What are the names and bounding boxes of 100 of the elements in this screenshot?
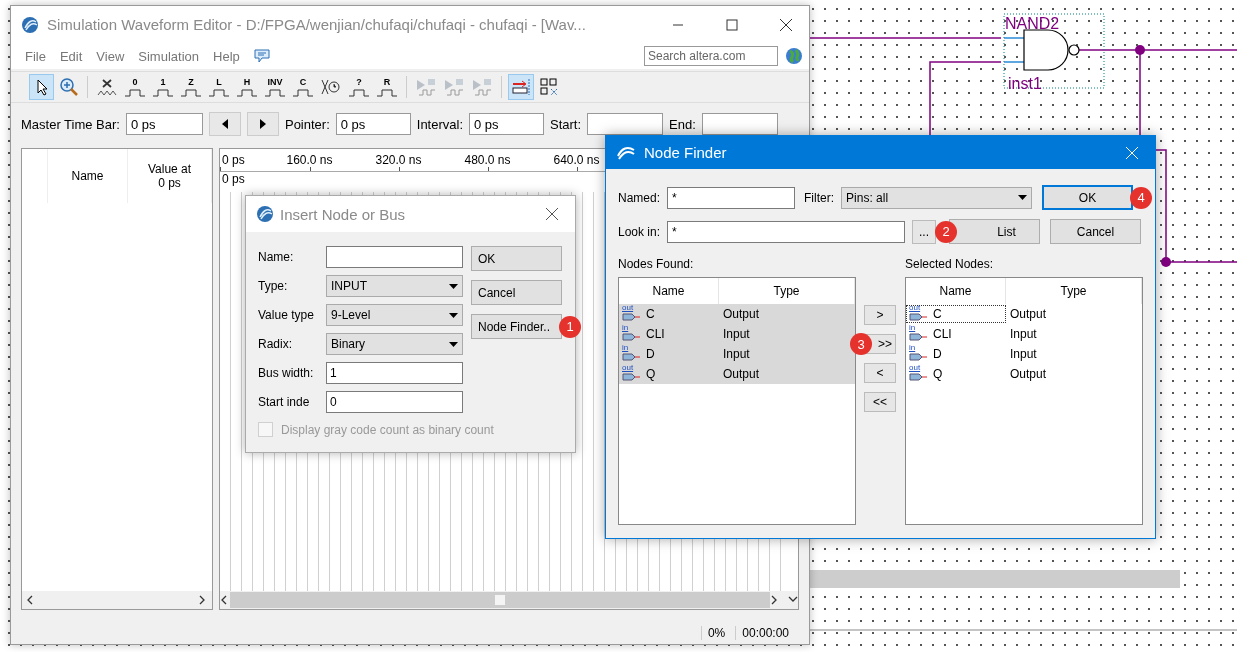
unknown-value-icon — [96, 77, 118, 97]
toolbar-button[interactable]: 1 — [150, 74, 176, 100]
section-label: Nodes Found: — [618, 257, 695, 271]
toolbar-button[interactable]: R — [374, 74, 400, 100]
feedback-icon[interactable] — [253, 48, 270, 64]
search-field[interactable]: Search altera.com — [644, 46, 778, 66]
toolbar-button[interactable]: Z — [178, 74, 204, 100]
progress-text: 0% — [700, 626, 726, 640]
column-header[interactable]: Type — [773, 284, 800, 298]
previous-button[interactable] — [208, 112, 241, 136]
node-row[interactable]: out C Output — [619, 304, 855, 324]
field-label: Name: — [258, 250, 295, 264]
gate-label: NAND2 — [1005, 15, 1060, 32]
instance-label: inst1 — [1008, 75, 1042, 92]
field-label: Bus width: — [258, 366, 315, 380]
column-header[interactable]: Name — [652, 284, 685, 298]
time-field[interactable]: 0 ps — [125, 113, 203, 135]
time-tick-label: 480.0 ns — [464, 153, 511, 167]
menu-item[interactable]: Edit — [53, 46, 89, 66]
dialog-button[interactable]: Cancel — [471, 280, 562, 305]
node-name[interactable]: in D — [906, 345, 1006, 363]
simulation-icon — [415, 77, 437, 97]
time-field[interactable] — [701, 113, 778, 135]
node-name[interactable]: out Q — [906, 365, 1006, 383]
move-button[interactable]: << — [864, 392, 896, 412]
node-name[interactable]: in CLI — [906, 325, 1006, 343]
time-tick-label: 640.0 ns — [553, 153, 600, 167]
dialog-title: Insert Node or Bus — [280, 205, 407, 223]
node-type: Output — [722, 307, 761, 321]
node-row[interactable]: in D Input — [619, 344, 855, 364]
node-type: Input — [1009, 327, 1038, 341]
menu-item[interactable]: File — [19, 46, 52, 66]
left-triangle-icon — [220, 119, 229, 129]
waveform-icon — [124, 89, 146, 97]
clock-icon — [320, 77, 342, 97]
dialog-button[interactable]: Node Finder.. — [471, 314, 562, 339]
toolbar-button[interactable]: 0 — [122, 74, 148, 100]
field-label: Type: — [258, 279, 289, 293]
toolbar-button[interactable] — [29, 74, 54, 100]
app-logo-icon — [21, 15, 39, 34]
waveform-icon — [376, 89, 398, 97]
next-button[interactable] — [246, 112, 279, 136]
input-field[interactable]: * — [667, 186, 796, 209]
field-label: Start: — [550, 116, 582, 132]
input-field[interactable]: * — [667, 220, 906, 243]
toolbar-button[interactable]: L — [206, 74, 232, 100]
node-row[interactable]: out Q Output — [619, 364, 855, 384]
node-name[interactable]: out C — [906, 305, 1006, 323]
toolbar-button[interactable]: C — [290, 74, 316, 100]
close-icon — [1125, 145, 1139, 160]
toolbar-button[interactable]: H — [234, 74, 260, 100]
time-field[interactable]: 0 ps — [335, 113, 411, 135]
waveform-icon — [348, 89, 370, 97]
column-header: Value at 0 ps — [146, 162, 193, 190]
step-badge: 4 — [1130, 186, 1153, 209]
input-field[interactable] — [326, 246, 463, 268]
dropdown[interactable]: INPUT — [326, 275, 463, 297]
grid-icon — [538, 77, 559, 97]
column-header: Name — [71, 169, 104, 183]
dialog-button[interactable]: Cancel — [1050, 219, 1142, 244]
toolbar-button[interactable]: INV — [262, 74, 288, 100]
menu-item[interactable]: View — [90, 46, 131, 66]
dropdown[interactable]: Pins: all — [841, 186, 1033, 209]
field-label: Pointer: — [284, 116, 330, 132]
time-tick-label: 0 ps — [222, 153, 245, 167]
time-field[interactable]: 0 ps — [469, 113, 545, 135]
menu-item[interactable]: Simulation — [132, 46, 205, 66]
time-field[interactable] — [587, 113, 664, 135]
field-label: End: — [669, 116, 696, 132]
browse-button[interactable]: ... — [912, 219, 937, 244]
node-type: Output — [1009, 307, 1048, 321]
field-label: Radix: — [258, 337, 293, 351]
dropdown[interactable]: Binary — [326, 333, 463, 355]
node-row[interactable]: in CLI Input — [619, 324, 855, 344]
cursor-label: 0 ps — [222, 172, 245, 186]
input-field[interactable]: 0 — [326, 391, 463, 413]
node-type: Output — [722, 367, 761, 381]
dropdown-arrow-icon — [449, 312, 458, 318]
node-type: Input — [1009, 347, 1038, 361]
move-button[interactable]: > — [864, 305, 896, 325]
field-label: Master Time Bar: — [21, 116, 120, 132]
column-header[interactable]: Type — [1060, 284, 1087, 298]
move-button[interactable]: < — [864, 363, 896, 383]
dropdown[interactable]: 9-Level — [326, 304, 463, 326]
column-header[interactable]: Name — [939, 284, 972, 298]
dialog-button[interactable]: List — [949, 219, 1041, 244]
field-label: Value type — [258, 308, 315, 322]
input-field[interactable]: 1 — [326, 362, 463, 384]
field-label: Named: — [618, 190, 661, 205]
field-label: Interval: — [416, 116, 464, 132]
dialog-button[interactable]: OK — [1042, 185, 1134, 210]
toolbar-button[interactable]: ? — [346, 74, 372, 100]
globe-icon[interactable] — [785, 47, 803, 65]
time-tick-label: 320.0 ns — [375, 153, 422, 167]
time-tick-label: 160.0 ns — [286, 153, 333, 167]
dropdown-arrow-icon — [449, 283, 458, 289]
dialog-button[interactable]: OK — [471, 246, 562, 271]
menu-item[interactable]: Help — [207, 46, 246, 66]
scrollbar[interactable] — [230, 592, 770, 608]
close-icon — [779, 17, 793, 32]
